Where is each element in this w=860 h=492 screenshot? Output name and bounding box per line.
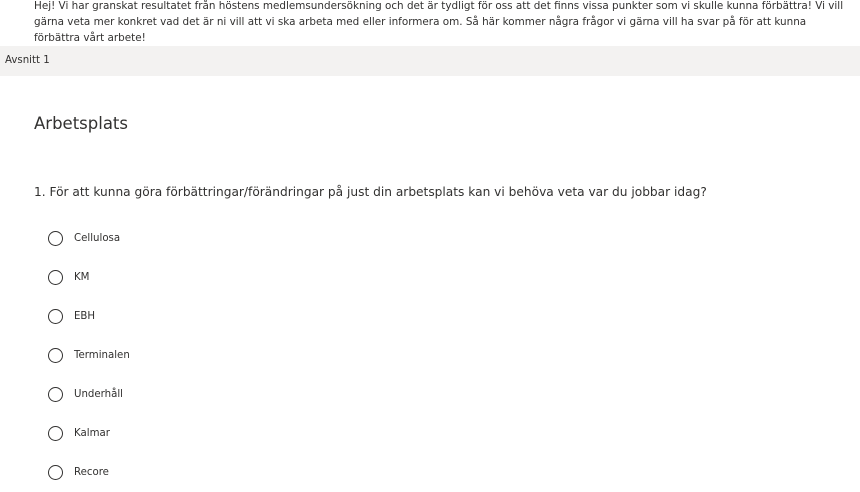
intro-text: Hej! Vi har granskat resultatet från hös… <box>34 0 844 44</box>
option-label: Kalmar <box>74 428 110 439</box>
radio-button[interactable] <box>48 465 63 480</box>
radio-button[interactable] <box>48 270 63 285</box>
radio-button[interactable] <box>48 231 63 246</box>
option-terminalen[interactable]: Terminalen <box>48 336 130 375</box>
section-label: Avsnitt 1 <box>5 55 50 66</box>
option-recore[interactable]: Recore <box>48 453 130 492</box>
option-label: EBH <box>74 311 96 322</box>
radio-button[interactable] <box>48 387 63 402</box>
radio-group: Cellulosa KM EBH Terminalen Underhåll Ka… <box>48 219 130 492</box>
section-header: Avsnitt 1 <box>0 46 860 76</box>
section-title: Arbetsplats <box>34 114 128 133</box>
option-label: Recore <box>74 467 109 478</box>
option-km[interactable]: KM <box>48 258 130 297</box>
option-underhall[interactable]: Underhåll <box>48 375 130 414</box>
radio-button[interactable] <box>48 309 63 324</box>
option-cellulosa[interactable]: Cellulosa <box>48 219 130 258</box>
radio-button[interactable] <box>48 426 63 441</box>
option-label: Terminalen <box>74 350 130 361</box>
question-text: 1. För att kunna göra förbättringar/förä… <box>34 185 707 199</box>
option-label: Underhåll <box>74 389 124 400</box>
radio-button[interactable] <box>48 348 63 363</box>
option-label: Cellulosa <box>74 233 121 244</box>
option-kalmar[interactable]: Kalmar <box>48 414 130 453</box>
option-ebh[interactable]: EBH <box>48 297 130 336</box>
option-label: KM <box>74 272 90 283</box>
